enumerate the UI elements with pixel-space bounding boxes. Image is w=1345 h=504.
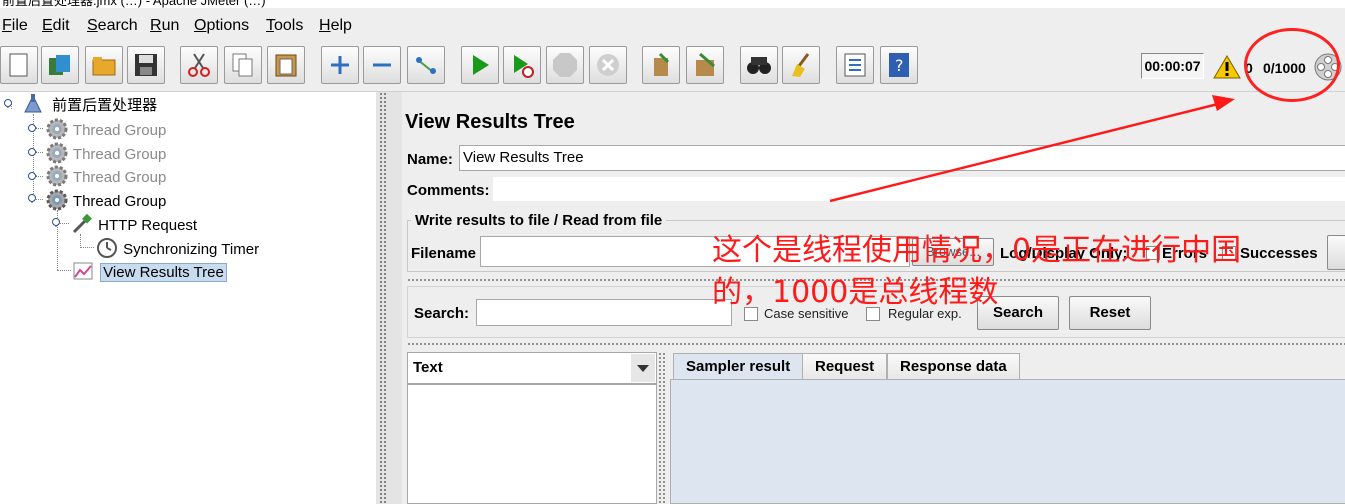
annotation-circle [1244,28,1340,102]
annotation-text-line2: 的，1000是总线程数 [712,275,999,310]
annotation-text-line1: 这个是线程使用情况，0是正在进行中国 [712,233,1242,268]
